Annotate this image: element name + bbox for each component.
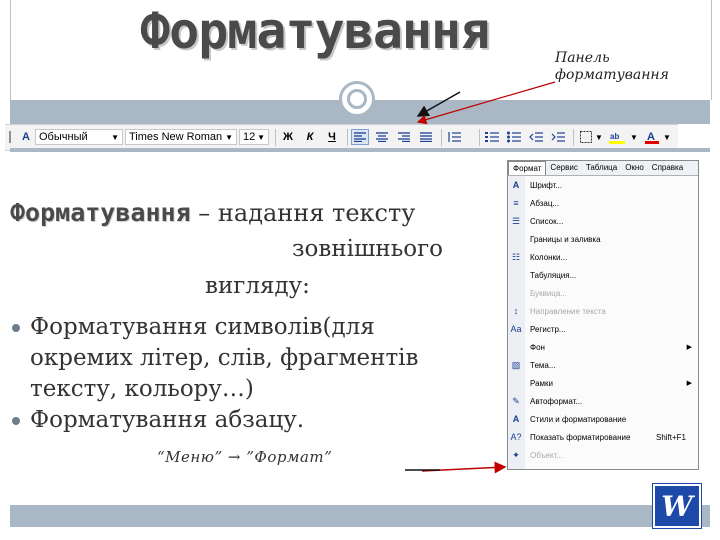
annotation-arrows — [405, 81, 556, 474]
arrow-red-toolbar — [416, 81, 556, 125]
arrow-to-toolbar — [416, 91, 461, 117]
